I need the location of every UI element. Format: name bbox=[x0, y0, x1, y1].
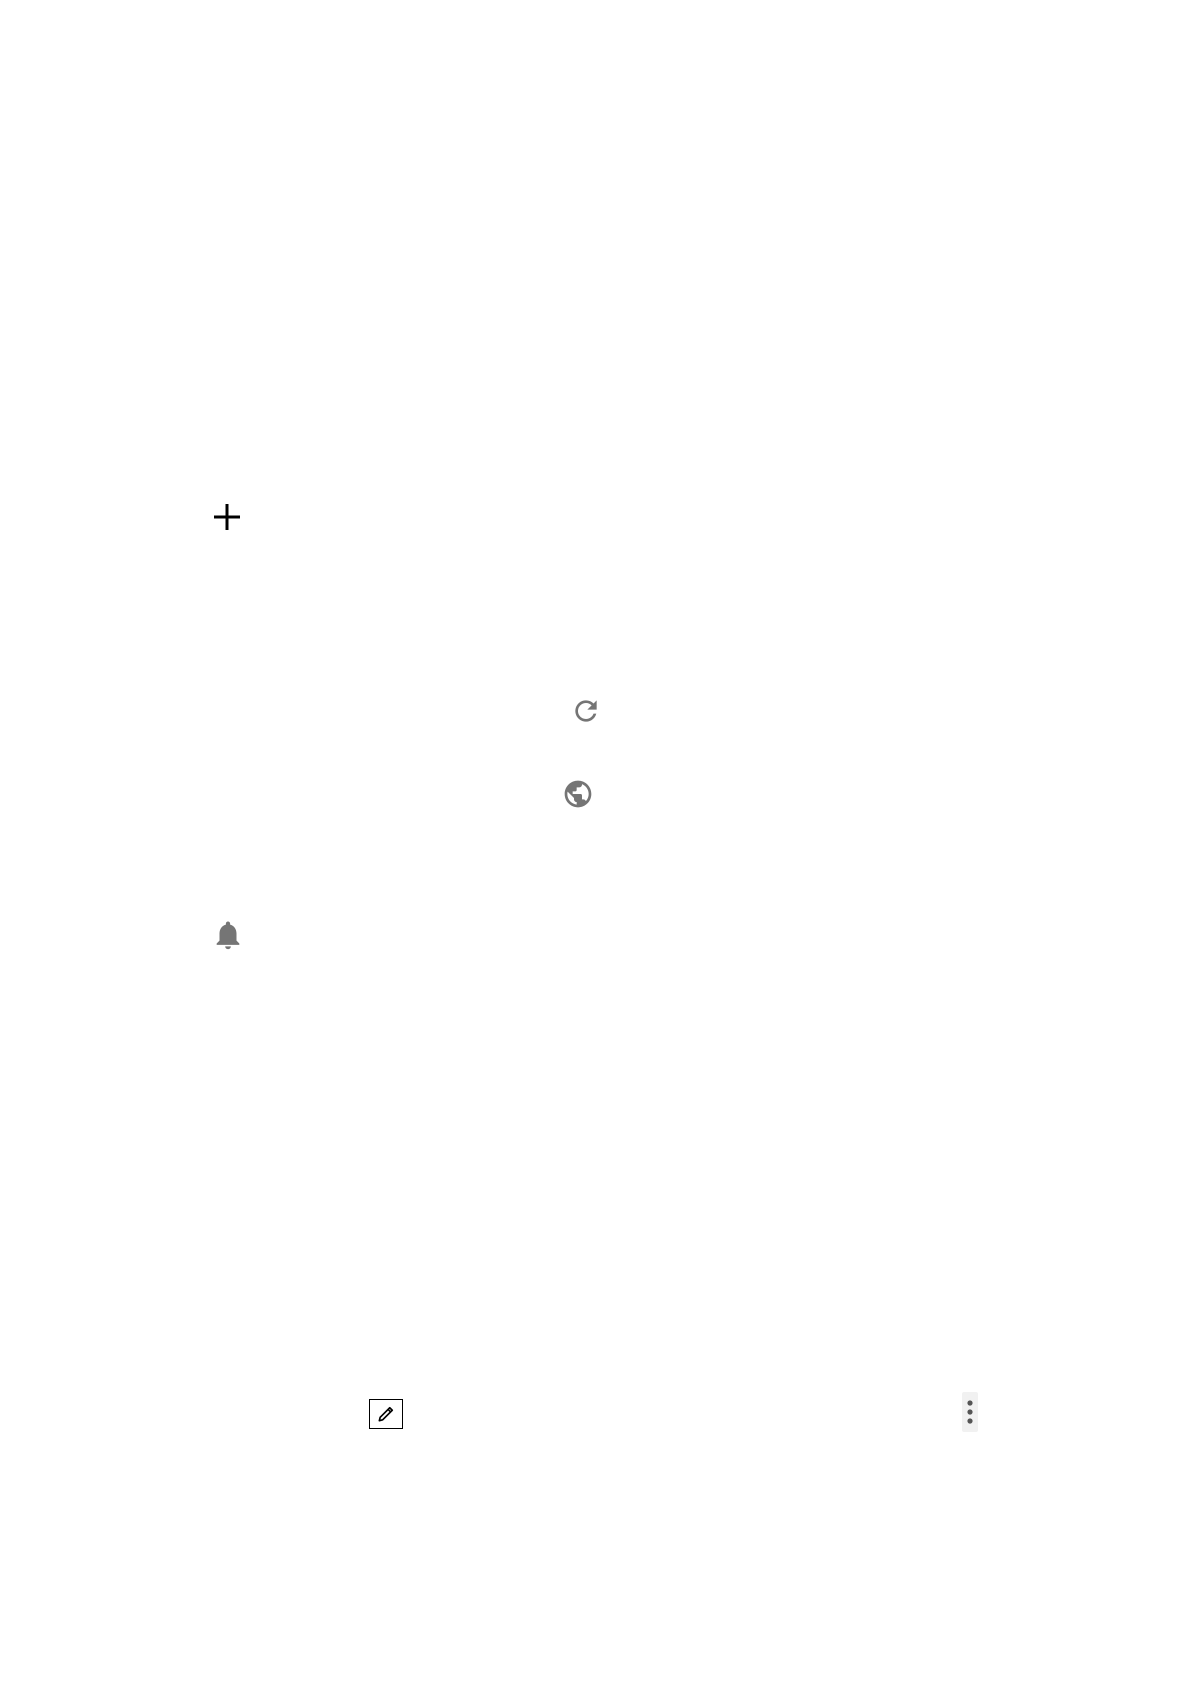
pencil-icon bbox=[378, 1406, 394, 1422]
more-options-button[interactable] bbox=[962, 1392, 978, 1432]
edit-button[interactable] bbox=[369, 1399, 403, 1429]
refresh-icon bbox=[575, 700, 597, 722]
refresh-button[interactable] bbox=[567, 692, 605, 730]
bell-icon bbox=[216, 921, 240, 950]
notifications-button[interactable] bbox=[209, 915, 247, 955]
add-button[interactable] bbox=[207, 497, 247, 537]
more-vertical-icon bbox=[967, 1400, 973, 1424]
plus-icon bbox=[214, 504, 240, 530]
globe-icon bbox=[564, 780, 592, 808]
globe-button[interactable] bbox=[559, 775, 597, 813]
